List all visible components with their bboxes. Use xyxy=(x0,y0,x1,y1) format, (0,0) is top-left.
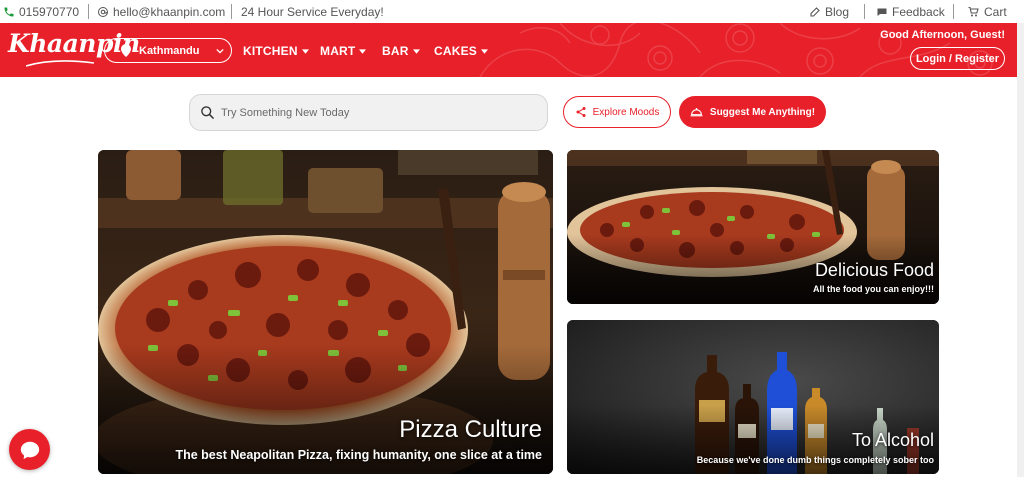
phone-icon xyxy=(4,7,14,16)
cart-label: Cart xyxy=(984,4,1007,19)
card-subtitle: Because we've done dumb things completel… xyxy=(696,455,934,465)
menu-kitchen[interactable]: KITCHEN xyxy=(243,43,309,59)
menu-cakes[interactable]: CAKES xyxy=(434,43,489,59)
share-icon xyxy=(576,107,586,117)
page-scrollbar[interactable] xyxy=(1017,23,1024,477)
card-title: To Alcohol xyxy=(851,430,934,450)
menu-label: KITCHEN xyxy=(243,44,298,58)
suggest-me-button[interactable]: Suggest Me Anything! xyxy=(679,96,826,128)
chevron-down-icon xyxy=(215,48,224,54)
caret-down-icon xyxy=(301,48,309,54)
mail-icon xyxy=(98,6,108,17)
chat-icon xyxy=(20,441,39,459)
page: 015970770 hello@khaanpin.com 24 Hour Ser… xyxy=(0,0,1024,477)
cart-icon xyxy=(968,6,979,16)
service-hours: 24 Hour Service Everyday! xyxy=(241,0,384,23)
location-label: Kathmandu xyxy=(139,44,200,57)
menu-label: BAR xyxy=(382,44,409,58)
blog-link[interactable]: Blog xyxy=(809,0,849,23)
search-icon xyxy=(201,106,214,119)
pizza-culture-card[interactable]: Pizza Culture The best Neapolitan Pizza,… xyxy=(98,150,553,474)
card-subtitle: All the food you can enjoy!!! xyxy=(813,284,934,294)
greeting-text: Good Afternoon, Guest! xyxy=(880,29,1005,41)
explore-moods-button[interactable]: Explore Moods xyxy=(563,96,671,128)
search-input[interactable] xyxy=(221,106,531,119)
cart-link[interactable]: Cart xyxy=(967,0,1007,23)
feedback-label: Feedback xyxy=(892,4,945,19)
main-navbar: Khaanpin Kathmandu KITCHEN MART BAR CAKE… xyxy=(0,23,1017,77)
top-info-bar: 015970770 hello@khaanpin.com 24 Hour Ser… xyxy=(0,0,1024,23)
phone-number: 015970770 xyxy=(19,4,80,19)
search-bar[interactable] xyxy=(189,94,548,131)
service-text: 24 Hour Service Everyday! xyxy=(241,4,384,19)
card-subtitle: The best Neapolitan Pizza, fixing humani… xyxy=(175,448,542,462)
feedback-link[interactable]: Feedback xyxy=(876,0,945,23)
chat-widget-button[interactable] xyxy=(9,429,50,470)
menu-bar[interactable]: BAR xyxy=(382,43,420,59)
logo-swoosh xyxy=(26,60,94,67)
to-alcohol-card[interactable]: To Alcohol Because we've done dumb thing… xyxy=(567,320,939,474)
feedback-icon xyxy=(877,8,887,16)
location-selector[interactable]: Kathmandu xyxy=(104,38,232,63)
caret-down-icon xyxy=(481,48,489,54)
card-title: Pizza Culture xyxy=(399,416,542,443)
menu-label: MART xyxy=(320,44,356,58)
menu-label: CAKES xyxy=(434,44,478,58)
divider xyxy=(88,4,89,19)
card-title: Delicious Food xyxy=(814,260,934,280)
caret-down-icon xyxy=(412,48,420,54)
blog-icon xyxy=(810,6,820,17)
suggest-me-label: Suggest Me Anything! xyxy=(709,106,816,118)
email-address: hello@khaanpin.com xyxy=(113,4,226,19)
delicious-food-card[interactable]: Delicious Food All the food you can enjo… xyxy=(567,150,939,304)
divider xyxy=(953,4,954,19)
divider xyxy=(864,4,865,19)
phone-contact[interactable]: 015970770 xyxy=(3,0,79,23)
email-contact[interactable]: hello@khaanpin.com xyxy=(97,0,225,23)
menu-mart[interactable]: MART xyxy=(320,43,367,59)
login-register-button[interactable]: Login / Register xyxy=(910,47,1005,70)
explore-moods-label: Explore Moods xyxy=(592,106,660,118)
blog-label: Blog xyxy=(825,4,850,19)
location-pin-icon xyxy=(121,44,131,57)
cloche-icon xyxy=(690,107,703,117)
caret-down-icon xyxy=(359,48,367,54)
divider xyxy=(231,4,232,19)
